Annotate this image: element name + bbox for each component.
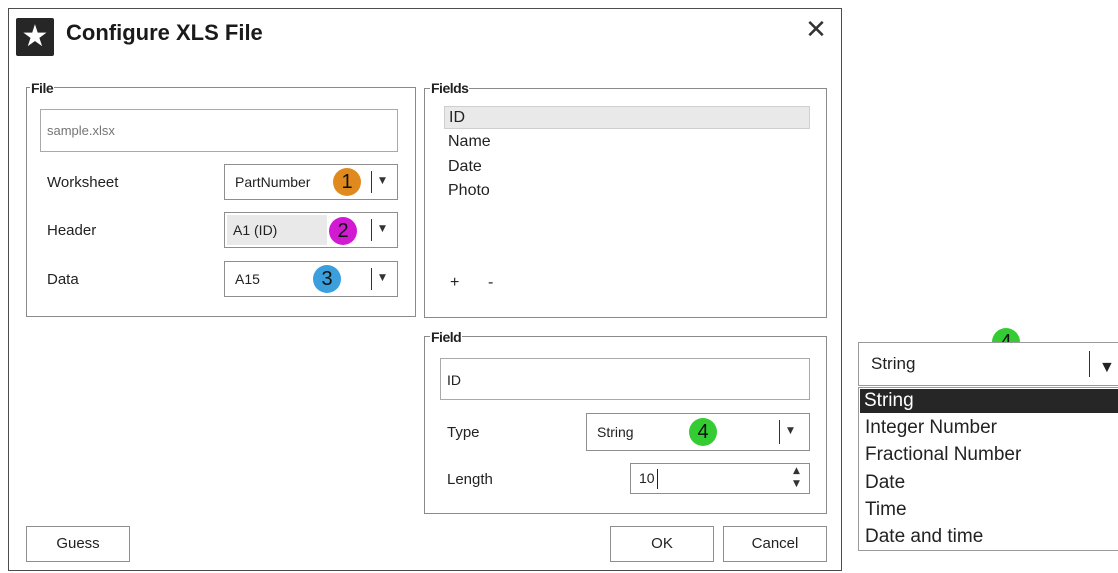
list-item[interactable]: ID: [444, 106, 810, 129]
remove-field-button[interactable]: -: [488, 274, 493, 292]
type-dropdown-combo[interactable]: String ▼: [858, 342, 1118, 386]
worksheet-combo[interactable]: PartNumber 1 ▼: [224, 164, 398, 200]
badge-2: 2: [329, 217, 357, 245]
combo-separator: [371, 171, 372, 193]
chevron-down-icon[interactable]: ▼: [379, 273, 386, 283]
file-group-title: File: [30, 80, 55, 96]
type-combo[interactable]: String 4 ▼: [586, 413, 810, 451]
length-spinner[interactable]: 10 ▲ ▼: [630, 463, 810, 494]
list-item[interactable]: Photo: [448, 182, 490, 200]
list-item[interactable]: Name: [448, 133, 491, 151]
ok-button[interactable]: OK: [610, 526, 714, 562]
type-dropdown-list: String Integer Number Fractional Number …: [858, 387, 1118, 551]
file-path-input[interactable]: [40, 109, 398, 152]
data-value: A15: [235, 271, 260, 287]
dropdown-option-integer-number[interactable]: Integer Number: [861, 415, 997, 441]
combo-separator: [1089, 351, 1090, 377]
type-value: String: [597, 424, 634, 440]
text-cursor: [657, 469, 658, 489]
list-item[interactable]: Date: [448, 158, 482, 176]
cancel-button[interactable]: Cancel: [723, 526, 827, 562]
dialog-title: Configure XLS File: [66, 20, 263, 45]
dropdown-option-fractional-number[interactable]: Fractional Number: [861, 442, 1021, 468]
chevron-down-icon[interactable]: ▼: [787, 426, 794, 436]
data-combo[interactable]: A15 3 ▼: [224, 261, 398, 297]
close-icon[interactable]: ✕: [802, 16, 830, 44]
fields-group-title: Fields: [430, 80, 470, 96]
header-combo[interactable]: A1 (ID) 2 ▼: [224, 212, 398, 248]
dropdown-option-date[interactable]: Date: [861, 470, 905, 496]
chevron-down-icon[interactable]: ▼: [1099, 359, 1115, 377]
combo-separator: [779, 420, 780, 444]
badge-3: 3: [313, 265, 341, 293]
combo-separator: [371, 219, 372, 241]
worksheet-value: PartNumber: [235, 174, 311, 190]
chevron-down-icon[interactable]: ▼: [379, 224, 386, 234]
spin-down-icon[interactable]: ▼: [793, 479, 800, 489]
dropdown-option-string[interactable]: String: [860, 389, 1118, 413]
dropdown-option-time[interactable]: Time: [861, 497, 907, 523]
length-label: Length: [447, 471, 493, 488]
guess-button[interactable]: Guess: [26, 526, 130, 562]
type-label: Type: [447, 424, 480, 441]
field-name-input[interactable]: ID: [440, 358, 810, 400]
type-dropdown-value: String: [871, 354, 916, 373]
header-label: Header: [47, 222, 97, 239]
badge-4: 4: [689, 418, 717, 446]
star-icon: ★: [16, 18, 54, 56]
dropdown-option-date-and-time[interactable]: Date and time: [861, 524, 983, 550]
field-group-title: Field: [430, 329, 463, 345]
length-value: 10: [639, 470, 655, 486]
data-label: Data: [47, 271, 79, 288]
header-value: A1 (ID): [233, 222, 278, 238]
worksheet-label: Worksheet: [47, 174, 119, 191]
badge-1: 1: [333, 168, 361, 196]
add-field-button[interactable]: +: [450, 274, 459, 292]
combo-separator: [371, 268, 372, 290]
chevron-down-icon[interactable]: ▼: [379, 176, 386, 186]
spin-up-icon[interactable]: ▲: [793, 466, 800, 476]
